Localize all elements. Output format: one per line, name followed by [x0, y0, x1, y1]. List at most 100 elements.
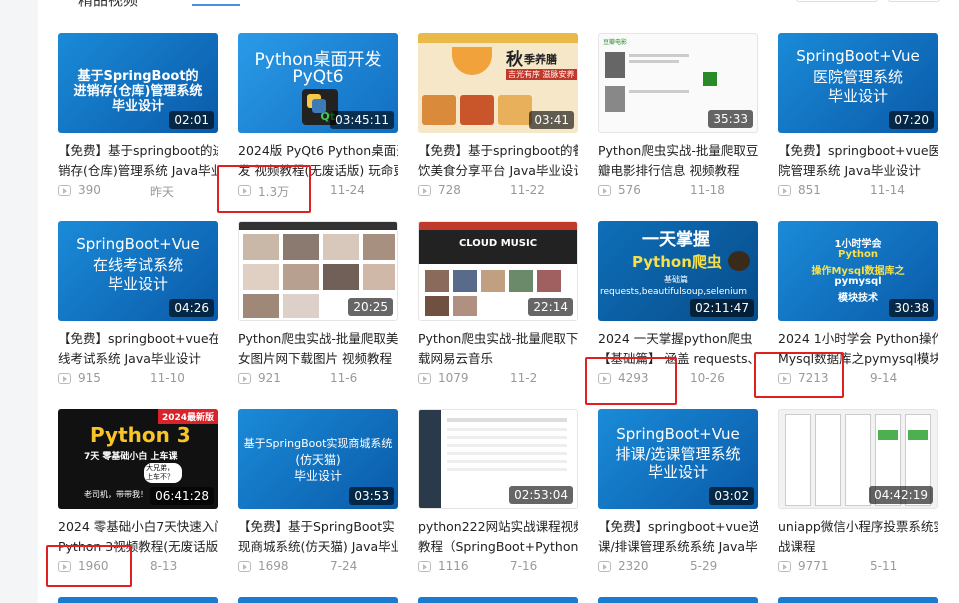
cover-text: CLOUD MUSIC — [458, 238, 538, 249]
cover-text: requests,beautifulsoup,selenium — [600, 287, 748, 297]
cover-text: 吉光有序 滋脉安养 — [506, 69, 577, 80]
cover-text: 7天 零基础小白 上车课 — [84, 452, 178, 462]
publish-date: 11-10 — [150, 371, 185, 385]
video-card[interactable]: SpringBoot+Vue 排课/选课管理系统 毕业设计 03:02 【免费】… — [598, 409, 758, 577]
video-thumbnail[interactable]: 秋 季养膳 吉光有序 滋脉安养 03:41 — [418, 33, 578, 133]
cover-text: 操作Mysql数据库之 — [811, 266, 905, 277]
video-card[interactable]: 基于SpringBoot的 进销存(仓库)管理系统 毕业设计 02:01 【免费… — [58, 33, 218, 201]
cover-text: 毕业设计 — [293, 469, 342, 483]
video-title[interactable]: 【免费】基于springboot的餐 饮美食分享平台 Java毕业设计 — [418, 141, 578, 181]
cover-text: 豆瓣电影 — [603, 39, 628, 46]
video-duration: 20:25 — [348, 298, 393, 316]
cover-text: SpringBoot+Vue — [616, 425, 740, 443]
cover-text: SpringBoot+Vue — [76, 235, 200, 253]
play-count-icon — [58, 373, 71, 384]
video-thumbnail-partial[interactable] — [778, 597, 938, 603]
view-count: 921 — [258, 371, 281, 385]
video-duration: 03:53 — [349, 487, 394, 505]
cover-text: 医院管理系统 — [812, 68, 903, 86]
video-thumbnail[interactable]: 02:53:04 — [418, 409, 578, 509]
video-thumbnail-partial[interactable] — [418, 597, 578, 603]
section-title: 精品视频 — [78, 0, 139, 9]
video-duration: 07:20 — [889, 111, 934, 129]
video-thumbnail[interactable]: 1小时学会 Python 操作Mysql数据库之 pymysql 模块技术 30… — [778, 221, 938, 321]
highlight-box — [585, 357, 677, 405]
video-card[interactable]: 02:53:04 python222网站实战课程视频 教程（SpringBoot… — [418, 409, 578, 577]
video-card[interactable]: 04:42:19 uniapp微信小程序投票系统实 战课程 9771 5-11 — [778, 409, 938, 577]
video-thumbnail[interactable]: 豆瓣电影 35:33 — [598, 33, 758, 133]
video-thumbnail[interactable]: 基于SpringBoot的 进销存(仓库)管理系统 毕业设计 02:01 — [58, 33, 218, 133]
video-card[interactable]: 基于SpringBoot实现商城系统 (仿天猫) 毕业设计 03:53 【免费】… — [238, 409, 398, 577]
cover-text: 毕业设计 — [827, 87, 888, 105]
view-count: 2320 — [618, 559, 649, 573]
video-thumbnail-partial[interactable] — [58, 597, 218, 603]
play-count-icon — [238, 561, 251, 572]
play-count-icon — [238, 373, 251, 384]
video-title[interactable]: Python爬虫实战-批量爬取美 女图片网下载图片 视频教程 — [238, 329, 398, 369]
video-duration: 03:02 — [709, 487, 754, 505]
video-title[interactable]: 【免费】springboot+vue选 课/排课管理系统系统 Java毕 — [598, 517, 758, 557]
cover-text: 老司机，带带我！ — [84, 490, 148, 499]
publish-date: 9-14 — [870, 371, 898, 385]
video-duration: 06:41:28 — [150, 487, 214, 505]
cover-text: 秋 — [506, 50, 523, 70]
video-card[interactable]: 20:25 Python爬虫实战-批量爬取美 女图片网下载图片 视频教程 921… — [238, 221, 398, 389]
video-title[interactable]: 【免费】springboot+vue医 院管理系统 Java毕业设计 — [778, 141, 938, 181]
video-title[interactable]: 【免费】基于springboot的进 销存(仓库)管理系统 Java毕业 — [58, 141, 218, 181]
cover-text: SpringBoot+Vue — [796, 47, 920, 65]
cover-text: 毕业设计 — [647, 463, 708, 481]
video-card[interactable]: 豆瓣电影 35:33 Python爬虫实战-批量爬取豆 瓣电影排行信息 视频教程… — [598, 33, 758, 201]
video-thumbnail[interactable]: 一天掌握 Python爬虫 基础篇 requests,beautifulsoup… — [598, 221, 758, 321]
video-duration: 02:53:04 — [509, 486, 573, 504]
publish-date: 11-18 — [690, 183, 725, 197]
video-thumbnail[interactable]: SpringBoot+Vue 排课/选课管理系统 毕业设计 03:02 — [598, 409, 758, 509]
video-title[interactable]: Python爬虫实战-批量爬取下 载网易云音乐 — [418, 329, 578, 369]
video-card[interactable]: CLOUD MUSIC 22:14 Python爬虫实战-批量爬取下 载网易云音… — [418, 221, 578, 389]
video-thumbnail[interactable]: Python桌面开发 PyQt6 Qt 03:45:11 — [238, 33, 398, 133]
video-card[interactable]: SpringBoot+Vue 医院管理系统 毕业设计 07:20 【免费】spr… — [778, 33, 938, 201]
video-thumbnail[interactable]: 2024最新版 Python 3 7天 零基础小白 上车课 大兄弟，上车不？ 老… — [58, 409, 218, 509]
play-count-icon — [598, 561, 611, 572]
play-count-icon — [58, 185, 71, 196]
cover-text: 毕业设计 — [107, 275, 168, 293]
publish-date: 5-11 — [870, 559, 898, 573]
video-thumbnail[interactable]: 20:25 — [238, 221, 398, 321]
video-thumbnail[interactable]: SpringBoot+Vue 在线考试系统 毕业设计 04:26 — [58, 221, 218, 321]
cover-text: (仿天猫) — [295, 453, 341, 467]
food-bowl-icon — [452, 47, 492, 75]
publish-date: 11-2 — [510, 371, 538, 385]
publish-date: 8-13 — [150, 559, 178, 573]
publish-date: 11-24 — [330, 183, 365, 197]
video-title[interactable]: uniapp微信小程序投票系统实 战课程 — [778, 517, 938, 557]
header-button-left[interactable] — [796, 0, 878, 2]
active-tab-underline[interactable] — [192, 0, 240, 6]
video-duration: 03:45:11 — [330, 111, 394, 129]
cover-text: Python — [838, 249, 878, 260]
video-card[interactable]: SpringBoot+Vue 在线考试系统 毕业设计 04:26 【免费】spr… — [58, 221, 218, 389]
video-thumbnail-partial[interactable] — [238, 597, 398, 603]
video-title[interactable]: Python爬虫实战-批量爬取豆 瓣电影排行信息 视频教程 — [598, 141, 758, 181]
video-thumbnail[interactable]: CLOUD MUSIC 22:14 — [418, 221, 578, 321]
video-thumbnail[interactable]: SpringBoot+Vue 医院管理系统 毕业设计 07:20 — [778, 33, 938, 133]
header-button-right[interactable] — [888, 0, 940, 2]
video-card[interactable]: 秋 季养膳 吉光有序 滋脉安养 03:41 【免费】基于springboot的餐… — [418, 33, 578, 201]
video-title[interactable]: python222网站实战课程视频 教程（SpringBoot+Python — [418, 517, 578, 557]
video-duration: 30:38 — [889, 299, 934, 317]
publish-date: 昨天 — [150, 185, 175, 199]
video-duration: 04:42:19 — [869, 486, 933, 504]
cover-text: Python 3 — [90, 423, 191, 447]
video-thumbnail[interactable]: 基于SpringBoot实现商城系统 (仿天猫) 毕业设计 03:53 — [238, 409, 398, 509]
video-thumbnail-partial[interactable] — [598, 597, 758, 603]
spider-icon — [728, 251, 750, 271]
video-thumbnail[interactable]: 04:42:19 — [778, 409, 938, 509]
video-title[interactable]: 【免费】基于SpringBoot实 现商城系统(仿天猫) Java毕业 — [238, 517, 398, 557]
publish-date: 7-16 — [510, 559, 538, 573]
view-count: 1116 — [438, 559, 469, 573]
play-count-icon — [418, 373, 431, 384]
play-count-icon — [778, 185, 791, 196]
video-title[interactable]: 【免费】springboot+vue在 线考试系统 Java毕业设计 — [58, 329, 218, 369]
play-count-icon — [598, 185, 611, 196]
publish-date: 7-24 — [330, 559, 358, 573]
cover-text: 基础篇 — [664, 275, 688, 284]
play-count-icon — [778, 561, 791, 572]
